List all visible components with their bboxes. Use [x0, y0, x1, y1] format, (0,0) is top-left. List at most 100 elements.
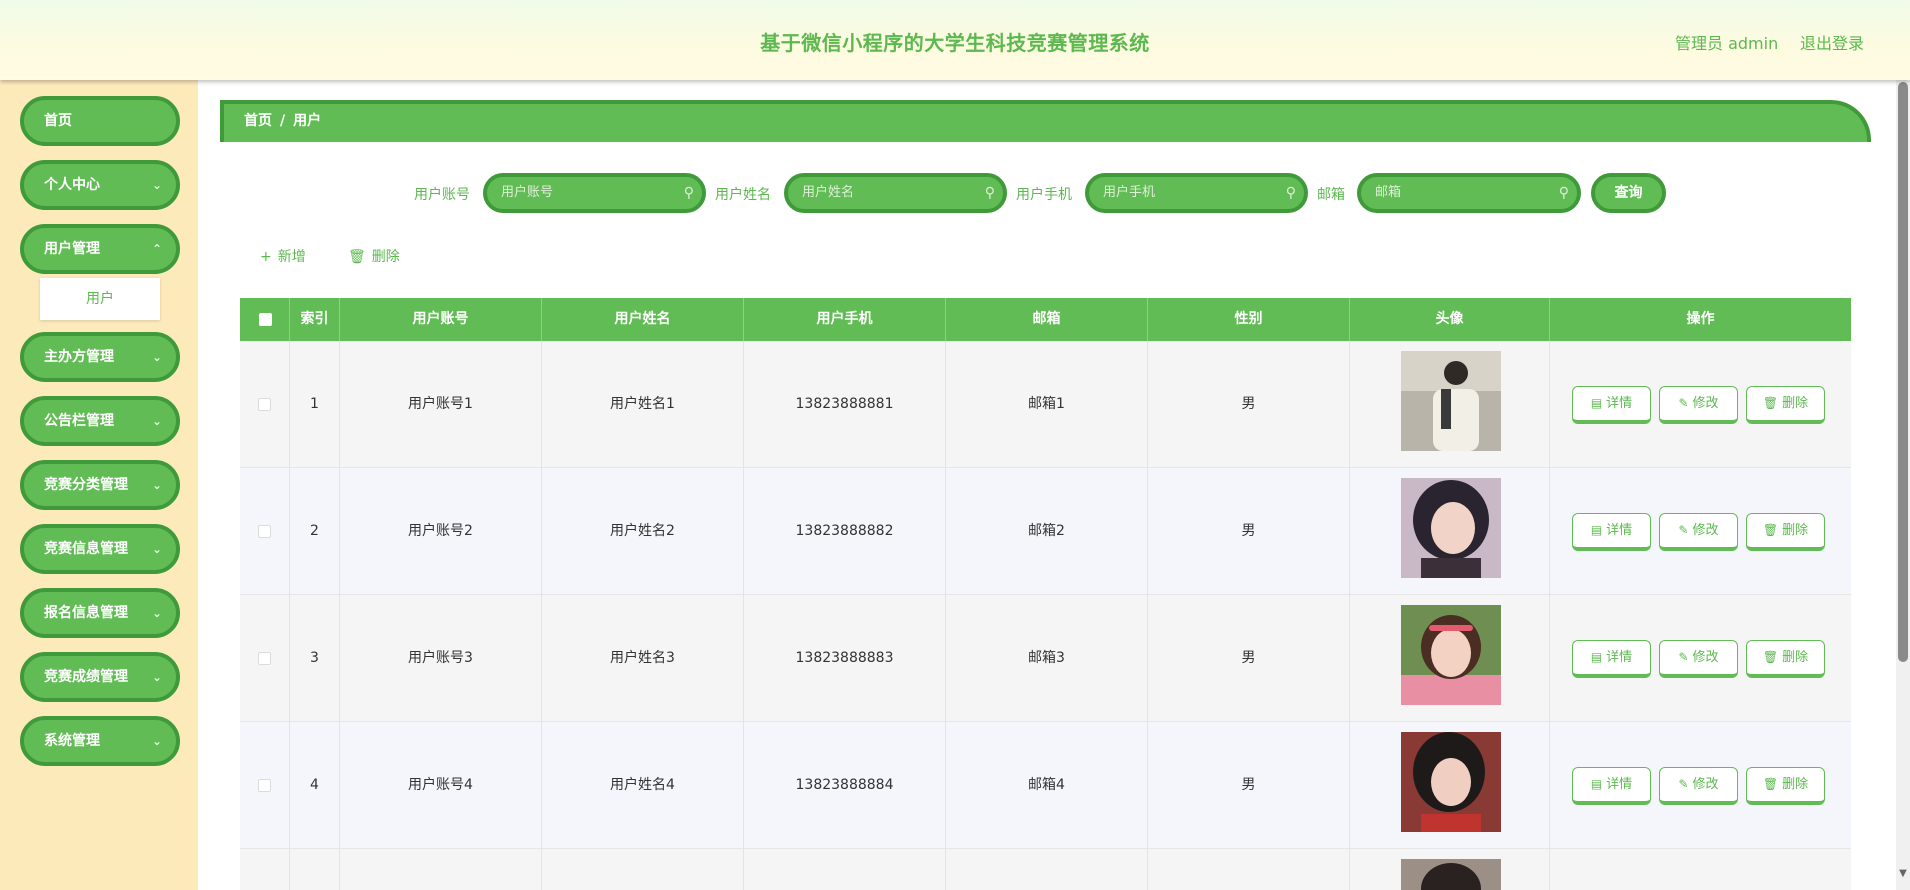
sidebar-item-label: 主办方管理	[44, 349, 114, 365]
breadcrumb: 首页 / 用户	[220, 100, 1871, 142]
cell-phone: 13823888882	[744, 468, 946, 595]
avatar	[1401, 859, 1501, 890]
sidebar-item-label: 竞赛信息管理	[44, 541, 128, 557]
detail-button[interactable]: ▤ 详情	[1572, 767, 1651, 805]
sidebar-item-notice-management[interactable]: 公告栏管理 ⌄	[20, 396, 180, 446]
edit-label: 修改	[1692, 396, 1719, 411]
delete-button[interactable]: 🗑 删除	[1746, 640, 1825, 678]
sidebar-item-label: 竞赛分类管理	[44, 477, 128, 493]
add-button[interactable]: + 新增	[260, 246, 306, 266]
table-row: 1 用户账号1 用户姓名1 13823888881 邮箱1 男 ▤ 详情 ✎ 修改 …	[240, 341, 1851, 468]
sidebar-item-label: 个人中心	[44, 177, 100, 193]
sidebar-item-personal-center[interactable]: 个人中心 ⌄	[20, 160, 180, 210]
search-input-phone[interactable]: 用户手机 ⚲	[1085, 173, 1308, 213]
breadcrumb-separator: /	[280, 113, 286, 129]
cell-index: 3	[290, 595, 340, 722]
sidebar-item-label: 报名信息管理	[44, 605, 128, 621]
chevron-down-icon: ⌄	[151, 350, 162, 364]
trash-icon: 🗑	[1762, 777, 1779, 791]
sidebar-item-user-management[interactable]: 用户管理 ⌃	[20, 224, 180, 274]
sidebar-item-category-management[interactable]: 竞赛分类管理 ⌄	[20, 460, 180, 510]
header-select-all[interactable]	[240, 298, 290, 341]
search-label-account: 用户账号	[414, 187, 470, 203]
cell-name: 用户姓名1	[542, 341, 744, 468]
delete-label: 删除	[1782, 650, 1809, 665]
delete-label: 删除	[1782, 396, 1809, 411]
detail-label: 详情	[1606, 396, 1633, 411]
edit-button[interactable]: ✎ 修改	[1659, 640, 1738, 678]
edit-button[interactable]: ✎ 修改	[1659, 513, 1738, 551]
chevron-down-icon: ⌄	[151, 606, 162, 620]
delete-button[interactable]: 🗑 删除	[1746, 513, 1825, 551]
scroll-down-arrow-icon[interactable]: ▼	[1897, 868, 1909, 879]
pencil-icon: ✎	[1678, 396, 1689, 410]
search-placeholder: 邮箱	[1375, 185, 1402, 200]
detail-label: 详情	[1606, 650, 1633, 665]
sidebar-item-label: 公告栏管理	[44, 413, 114, 429]
select-all-checkbox[interactable]	[259, 313, 272, 326]
detail-button[interactable]: ▤ 详情	[1572, 640, 1651, 678]
cell-email: 邮箱1	[946, 341, 1148, 468]
edit-label: 修改	[1692, 523, 1719, 538]
edit-button[interactable]: ✎ 修改	[1659, 767, 1738, 805]
edit-button[interactable]: ✎ 修改	[1659, 386, 1738, 424]
header-gender: 性别	[1148, 298, 1350, 341]
chevron-down-icon: ⌄	[151, 478, 162, 492]
table-row: 4 用户账号4 用户姓名4 13823888884 邮箱4 男 ▤ 详情 ✎ 修改 …	[240, 722, 1851, 849]
cell-gender: 男	[1148, 341, 1350, 468]
detail-button[interactable]: ▤ 详情	[1572, 513, 1651, 551]
document-icon: ▤	[1590, 777, 1603, 791]
document-icon: ▤	[1590, 650, 1603, 664]
search-input-email[interactable]: 邮箱 ⚲	[1357, 173, 1581, 213]
pencil-icon: ✎	[1678, 523, 1689, 537]
delete-button[interactable]: 🗑 删除	[1746, 386, 1825, 424]
breadcrumb-home[interactable]: 首页	[244, 113, 272, 129]
logout-link[interactable]: 退出登录	[1800, 30, 1864, 54]
trash-icon: 🗑	[348, 249, 366, 265]
cell-name: 用户姓名4	[542, 722, 744, 849]
cell-name: 用户姓名3	[542, 595, 744, 722]
trash-icon: 🗑	[1762, 396, 1779, 410]
bulk-delete-button[interactable]: 🗑 删除	[348, 246, 400, 266]
header-phone: 用户手机	[744, 298, 946, 341]
sidebar-item-organizer-management[interactable]: 主办方管理 ⌄	[20, 332, 180, 382]
search-input-name[interactable]: 用户姓名 ⚲	[784, 173, 1007, 213]
sidebar-item-score-management[interactable]: 竞赛成绩管理 ⌄	[20, 652, 180, 702]
search-input-account[interactable]: 用户账号 ⚲	[483, 173, 706, 213]
sidebar-subitem-user[interactable]: 用户	[40, 278, 160, 320]
search-icon: ⚲	[683, 185, 694, 201]
search-icon: ⚲	[1285, 185, 1296, 201]
table-row	[240, 849, 1851, 890]
delete-label: 删除	[1782, 777, 1809, 792]
search-button[interactable]: 查询	[1591, 173, 1666, 213]
pencil-icon: ✎	[1678, 777, 1689, 791]
cell-index: 4	[290, 722, 340, 849]
search-placeholder: 用户姓名	[802, 185, 855, 200]
chevron-down-icon: ⌄	[151, 734, 162, 748]
cell-email: 邮箱3	[946, 595, 1148, 722]
table-row: 3 用户账号3 用户姓名3 13823888883 邮箱3 男 ▤ 详情 ✎ 修改 …	[240, 595, 1851, 722]
edit-label: 修改	[1692, 650, 1719, 665]
sidebar-item-registration-info[interactable]: 报名信息管理 ⌄	[20, 588, 180, 638]
sidebar-item-competition-info[interactable]: 竞赛信息管理 ⌄	[20, 524, 180, 574]
detail-button[interactable]: ▤ 详情	[1572, 386, 1651, 424]
trash-icon: 🗑	[1762, 523, 1779, 537]
cell-account: 用户账号3	[340, 595, 542, 722]
app-title: 基于微信小程序的大学生科技竞赛管理系统	[760, 31, 1150, 55]
header-account: 用户账号	[340, 298, 542, 341]
avatar	[1401, 732, 1501, 832]
sidebar-item-label: 系统管理	[44, 733, 100, 749]
cell-gender: 男	[1148, 595, 1350, 722]
header-email: 邮箱	[946, 298, 1148, 341]
detail-label: 详情	[1606, 523, 1633, 538]
sidebar: 首页 个人中心 ⌄ 用户管理 ⌃ 用户 主办方管理 ⌄ 公告栏管理 ⌄ 竞赛分类管理 ⌄ …	[0, 80, 198, 890]
delete-button[interactable]: 🗑 删除	[1746, 767, 1825, 805]
cell-index: 2	[290, 468, 340, 595]
search-icon: ⚲	[984, 185, 995, 201]
sidebar-item-system-management[interactable]: 系统管理 ⌄	[20, 716, 180, 766]
cell-email: 邮箱4	[946, 722, 1148, 849]
cell-account: 用户账号1	[340, 341, 542, 468]
sidebar-item-label: 用户管理	[44, 241, 100, 257]
sidebar-item-home[interactable]: 首页	[20, 96, 180, 146]
scrollbar-thumb[interactable]	[1898, 82, 1908, 662]
